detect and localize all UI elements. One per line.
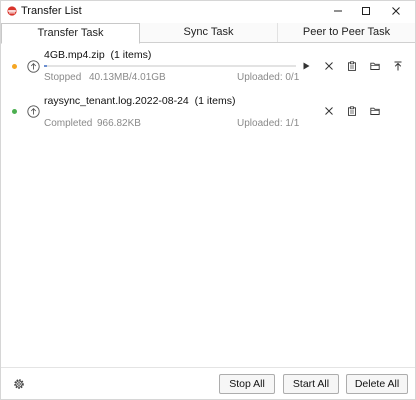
- task-size: 40.13MB/4.01GB: [89, 72, 166, 83]
- close-icon: [325, 62, 333, 70]
- start-all-button[interactable]: Start All: [283, 374, 339, 394]
- task-status: Stopped: [44, 72, 82, 83]
- task-uploaded: Uploaded: 0/1: [237, 72, 300, 83]
- tab-transfer-task[interactable]: Transfer Task: [1, 23, 140, 44]
- file-name: 4GB.mp4.zip (1 items): [44, 49, 152, 61]
- move-to-top-button[interactable]: [391, 59, 405, 73]
- pin-top-icon: [394, 61, 402, 71]
- raysync-logo-icon: [7, 6, 17, 16]
- file-name: raysync_tenant.log.2022-08-24 (1 items): [44, 95, 236, 107]
- maximize-button[interactable]: [353, 1, 379, 21]
- status-dot-stopped: [12, 64, 17, 69]
- open-folder-button[interactable]: [368, 59, 382, 73]
- task-details-button[interactable]: [345, 104, 359, 118]
- title-bar: Transfer List: [1, 1, 415, 21]
- stop-all-button[interactable]: Stop All: [219, 374, 275, 394]
- clipboard-icon: [348, 61, 356, 71]
- play-icon: [303, 62, 310, 70]
- cancel-task-button[interactable]: [322, 104, 336, 118]
- delete-all-button[interactable]: Delete All: [346, 374, 408, 394]
- minimize-button[interactable]: [325, 1, 351, 21]
- task-row[interactable]: raysync_tenant.log.2022-08-24 (1 items) …: [1, 91, 415, 135]
- cancel-task-button[interactable]: [322, 59, 336, 73]
- gear-icon[interactable]: [13, 378, 25, 390]
- progress-fill: [44, 65, 47, 67]
- task-size: 966.82KB: [97, 118, 141, 129]
- upload-icon: [27, 105, 40, 118]
- window-title: Transfer List: [21, 5, 82, 17]
- start-task-button[interactable]: [299, 59, 313, 73]
- task-tabs: Transfer Task Sync Task Peer to Peer Tas…: [1, 23, 415, 44]
- folder-icon: [370, 62, 380, 70]
- task-status: Completed: [44, 118, 93, 129]
- bottom-toolbar: Stop All Start All Delete All: [1, 367, 415, 399]
- close-icon: [325, 107, 333, 115]
- folder-icon: [370, 107, 380, 115]
- close-icon: [392, 7, 400, 15]
- tab-sync-task[interactable]: Sync Task: [140, 23, 278, 42]
- status-dot-completed: [12, 109, 17, 114]
- progress-bar: [44, 65, 296, 67]
- tab-peer-to-peer-task[interactable]: Peer to Peer Task: [278, 23, 415, 42]
- task-uploaded: Uploaded: 1/1: [237, 118, 300, 129]
- task-row[interactable]: 4GB.mp4.zip (1 items) Stopped 40.13MB/4.…: [1, 45, 415, 89]
- upload-icon: [27, 60, 40, 73]
- maximize-icon: [362, 7, 370, 15]
- clipboard-icon: [348, 106, 356, 116]
- minimize-icon: [334, 10, 342, 12]
- close-window-button[interactable]: [383, 1, 409, 21]
- open-folder-button[interactable]: [368, 104, 382, 118]
- task-details-button[interactable]: [345, 59, 359, 73]
